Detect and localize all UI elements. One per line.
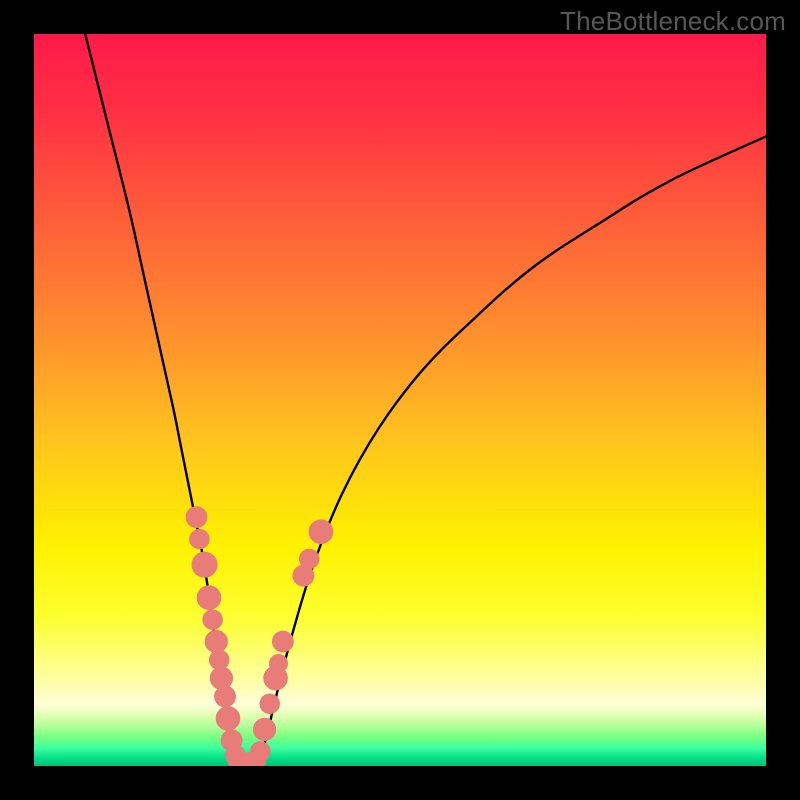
scatter-point xyxy=(186,506,208,528)
scatter-point xyxy=(259,694,280,715)
watermark-text: TheBottleneck.com xyxy=(560,6,786,37)
scatter-point xyxy=(192,552,218,578)
scatter-point xyxy=(214,686,236,708)
scatter-point xyxy=(309,519,334,544)
scatter-point xyxy=(250,741,271,762)
scatter-point xyxy=(272,631,294,653)
scatter-point xyxy=(189,529,210,550)
scatter-point xyxy=(269,654,288,673)
chart-frame: TheBottleneck.com xyxy=(0,0,800,800)
scatter-point xyxy=(216,706,241,731)
scatter-points xyxy=(186,506,334,766)
scatter-point xyxy=(197,585,222,610)
scatter-point xyxy=(202,609,223,630)
scatter-point xyxy=(299,549,320,570)
plot-area xyxy=(34,34,766,766)
scatter-point xyxy=(253,718,276,741)
curve-right-branch xyxy=(257,136,766,766)
scatter-point xyxy=(205,630,228,653)
curve-layer xyxy=(34,34,766,766)
